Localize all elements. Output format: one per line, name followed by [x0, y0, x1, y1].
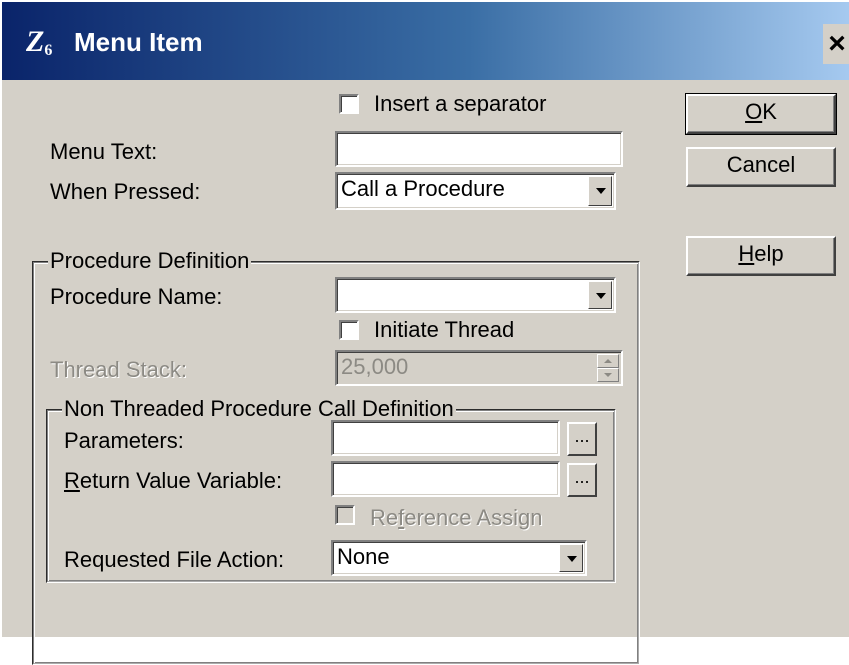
return-value-label: Return Value Variable: [64, 468, 283, 493]
spinner-arrows-icon [597, 354, 619, 382]
return-value-input[interactable] [331, 461, 560, 497]
parameters-input[interactable] [331, 420, 560, 456]
chevron-down-icon[interactable] [588, 176, 612, 206]
cancel-button[interactable]: Cancel [686, 147, 836, 187]
when-pressed-label: When Pressed: [50, 179, 201, 204]
menu-text-input[interactable] [335, 131, 623, 167]
when-pressed-value: Call a Procedure [341, 176, 505, 201]
requested-file-action-dropdown[interactable]: None [331, 540, 587, 576]
procedure-name-dropdown[interactable] [335, 277, 616, 313]
chevron-down-icon[interactable] [559, 544, 583, 572]
reference-assign-checkbox [335, 505, 355, 525]
ok-button[interactable]: OK [685, 93, 837, 135]
call-definition-title: Non Threaded Procedure Call Definition [62, 396, 456, 422]
thread-stack-spinner: 25,000 [335, 350, 623, 386]
reference-assign-label: Reference Assign [370, 505, 543, 530]
return-value-browse-button[interactable]: ... [567, 463, 597, 497]
initiate-thread-checkbox[interactable] [339, 320, 359, 340]
initiate-thread-label: Initiate Thread [374, 317, 515, 342]
menu-item-dialog: Z6 Menu Item × Insert a separator Menu T… [0, 0, 849, 665]
procedure-name-label: Procedure Name: [50, 284, 223, 309]
window-title: Menu Item [74, 27, 203, 57]
parameters-label: Parameters: [64, 428, 184, 453]
close-icon[interactable]: × [823, 24, 849, 64]
parameters-browse-button[interactable]: ... [567, 422, 597, 456]
requested-file-action-value: None [337, 544, 390, 569]
insert-separator-label: Insert a separator [374, 91, 547, 116]
app-icon: Z6 [26, 25, 53, 59]
title-bar[interactable]: Z6 Menu Item × [2, 2, 849, 80]
insert-separator-checkbox[interactable] [339, 94, 359, 114]
chevron-down-icon[interactable] [588, 281, 612, 309]
thread-stack-label: Thread Stack: [50, 357, 187, 382]
when-pressed-dropdown[interactable]: Call a Procedure [335, 172, 616, 210]
thread-stack-value: 25,000 [341, 354, 409, 379]
requested-file-action-label: Requested File Action: [64, 547, 285, 572]
help-button[interactable]: Help [686, 236, 836, 276]
menu-text-label: Menu Text: [50, 139, 158, 164]
procedure-definition-title: Procedure Definition [48, 248, 252, 274]
